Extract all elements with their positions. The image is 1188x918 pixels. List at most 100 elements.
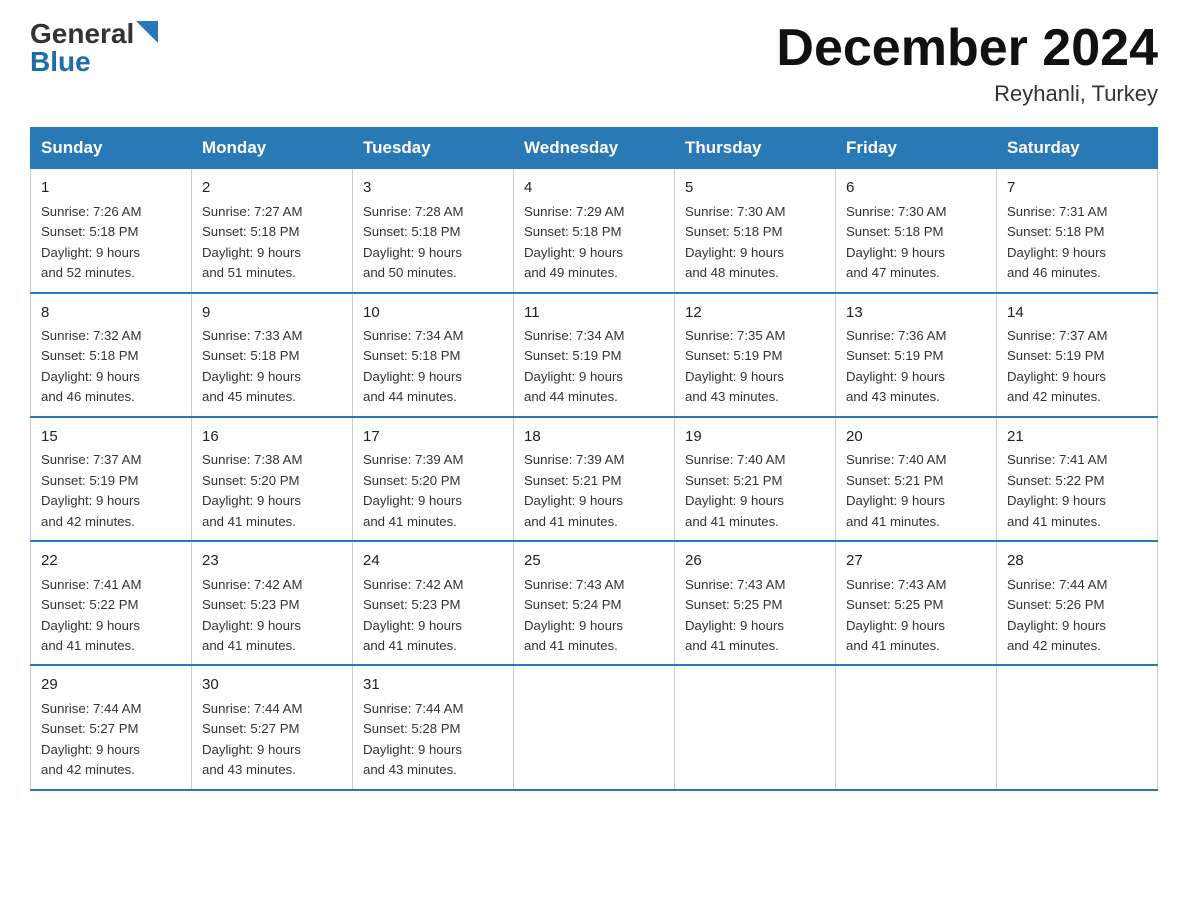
logo-general-text: General <box>30 20 134 48</box>
day-info: Sunrise: 7:42 AMSunset: 5:23 PMDaylight:… <box>363 577 463 653</box>
logo: General Blue <box>30 20 158 76</box>
day-number: 1 <box>41 177 181 200</box>
table-row <box>997 665 1158 789</box>
table-row: 11 Sunrise: 7:34 AMSunset: 5:19 PMDaylig… <box>514 293 675 417</box>
table-row: 31 Sunrise: 7:44 AMSunset: 5:28 PMDaylig… <box>353 665 514 789</box>
day-number: 10 <box>363 302 503 325</box>
col-sunday: Sunday <box>31 128 192 169</box>
day-info: Sunrise: 7:43 AMSunset: 5:24 PMDaylight:… <box>524 577 624 653</box>
table-row: 26 Sunrise: 7:43 AMSunset: 5:25 PMDaylig… <box>675 541 836 665</box>
table-row: 3 Sunrise: 7:28 AMSunset: 5:18 PMDayligh… <box>353 169 514 293</box>
table-row: 1 Sunrise: 7:26 AMSunset: 5:18 PMDayligh… <box>31 169 192 293</box>
day-number: 13 <box>846 302 986 325</box>
day-number: 8 <box>41 302 181 325</box>
table-row: 19 Sunrise: 7:40 AMSunset: 5:21 PMDaylig… <box>675 417 836 541</box>
day-info: Sunrise: 7:37 AMSunset: 5:19 PMDaylight:… <box>41 452 141 528</box>
table-row: 23 Sunrise: 7:42 AMSunset: 5:23 PMDaylig… <box>192 541 353 665</box>
day-info: Sunrise: 7:44 AMSunset: 5:28 PMDaylight:… <box>363 701 463 777</box>
day-number: 26 <box>685 550 825 573</box>
day-info: Sunrise: 7:26 AMSunset: 5:18 PMDaylight:… <box>41 204 141 280</box>
table-row: 28 Sunrise: 7:44 AMSunset: 5:26 PMDaylig… <box>997 541 1158 665</box>
table-row: 24 Sunrise: 7:42 AMSunset: 5:23 PMDaylig… <box>353 541 514 665</box>
day-number: 20 <box>846 426 986 449</box>
table-row <box>836 665 997 789</box>
day-number: 5 <box>685 177 825 200</box>
day-number: 24 <box>363 550 503 573</box>
day-info: Sunrise: 7:39 AMSunset: 5:20 PMDaylight:… <box>363 452 463 528</box>
table-row: 10 Sunrise: 7:34 AMSunset: 5:18 PMDaylig… <box>353 293 514 417</box>
col-thursday: Thursday <box>675 128 836 169</box>
table-row: 5 Sunrise: 7:30 AMSunset: 5:18 PMDayligh… <box>675 169 836 293</box>
day-number: 7 <box>1007 177 1147 200</box>
table-row: 29 Sunrise: 7:44 AMSunset: 5:27 PMDaylig… <box>31 665 192 789</box>
day-info: Sunrise: 7:35 AMSunset: 5:19 PMDaylight:… <box>685 328 785 404</box>
day-info: Sunrise: 7:32 AMSunset: 5:18 PMDaylight:… <box>41 328 141 404</box>
day-number: 12 <box>685 302 825 325</box>
day-number: 2 <box>202 177 342 200</box>
table-row: 12 Sunrise: 7:35 AMSunset: 5:19 PMDaylig… <box>675 293 836 417</box>
logo-blue-text: Blue <box>30 48 91 76</box>
table-row: 6 Sunrise: 7:30 AMSunset: 5:18 PMDayligh… <box>836 169 997 293</box>
day-info: Sunrise: 7:39 AMSunset: 5:21 PMDaylight:… <box>524 452 624 528</box>
day-info: Sunrise: 7:31 AMSunset: 5:18 PMDaylight:… <box>1007 204 1107 280</box>
day-info: Sunrise: 7:28 AMSunset: 5:18 PMDaylight:… <box>363 204 463 280</box>
day-number: 16 <box>202 426 342 449</box>
day-number: 14 <box>1007 302 1147 325</box>
day-number: 31 <box>363 674 503 697</box>
day-number: 17 <box>363 426 503 449</box>
col-friday: Friday <box>836 128 997 169</box>
table-row: 15 Sunrise: 7:37 AMSunset: 5:19 PMDaylig… <box>31 417 192 541</box>
title-block: December 2024 Reyhanli, Turkey <box>776 20 1158 107</box>
col-monday: Monday <box>192 128 353 169</box>
table-row: 4 Sunrise: 7:29 AMSunset: 5:18 PMDayligh… <box>514 169 675 293</box>
col-wednesday: Wednesday <box>514 128 675 169</box>
day-info: Sunrise: 7:43 AMSunset: 5:25 PMDaylight:… <box>846 577 946 653</box>
day-number: 28 <box>1007 550 1147 573</box>
calendar-week-row: 1 Sunrise: 7:26 AMSunset: 5:18 PMDayligh… <box>31 169 1158 293</box>
table-row: 18 Sunrise: 7:39 AMSunset: 5:21 PMDaylig… <box>514 417 675 541</box>
day-info: Sunrise: 7:38 AMSunset: 5:20 PMDaylight:… <box>202 452 302 528</box>
table-row: 7 Sunrise: 7:31 AMSunset: 5:18 PMDayligh… <box>997 169 1158 293</box>
col-saturday: Saturday <box>997 128 1158 169</box>
day-info: Sunrise: 7:44 AMSunset: 5:26 PMDaylight:… <box>1007 577 1107 653</box>
day-number: 19 <box>685 426 825 449</box>
day-info: Sunrise: 7:44 AMSunset: 5:27 PMDaylight:… <box>41 701 141 777</box>
table-row: 20 Sunrise: 7:40 AMSunset: 5:21 PMDaylig… <box>836 417 997 541</box>
day-info: Sunrise: 7:41 AMSunset: 5:22 PMDaylight:… <box>1007 452 1107 528</box>
day-info: Sunrise: 7:40 AMSunset: 5:21 PMDaylight:… <box>846 452 946 528</box>
day-info: Sunrise: 7:37 AMSunset: 5:19 PMDaylight:… <box>1007 328 1107 404</box>
calendar-subtitle: Reyhanli, Turkey <box>776 81 1158 107</box>
day-info: Sunrise: 7:34 AMSunset: 5:19 PMDaylight:… <box>524 328 624 404</box>
table-row: 16 Sunrise: 7:38 AMSunset: 5:20 PMDaylig… <box>192 417 353 541</box>
day-number: 27 <box>846 550 986 573</box>
day-number: 23 <box>202 550 342 573</box>
day-info: Sunrise: 7:27 AMSunset: 5:18 PMDaylight:… <box>202 204 302 280</box>
table-row <box>514 665 675 789</box>
calendar-header-row: Sunday Monday Tuesday Wednesday Thursday… <box>31 128 1158 169</box>
table-row <box>675 665 836 789</box>
day-info: Sunrise: 7:42 AMSunset: 5:23 PMDaylight:… <box>202 577 302 653</box>
day-number: 11 <box>524 302 664 325</box>
table-row: 30 Sunrise: 7:44 AMSunset: 5:27 PMDaylig… <box>192 665 353 789</box>
day-number: 6 <box>846 177 986 200</box>
col-tuesday: Tuesday <box>353 128 514 169</box>
table-row: 8 Sunrise: 7:32 AMSunset: 5:18 PMDayligh… <box>31 293 192 417</box>
day-info: Sunrise: 7:36 AMSunset: 5:19 PMDaylight:… <box>846 328 946 404</box>
table-row: 13 Sunrise: 7:36 AMSunset: 5:19 PMDaylig… <box>836 293 997 417</box>
page-header: General Blue December 2024 Reyhanli, Tur… <box>30 20 1158 107</box>
day-number: 25 <box>524 550 664 573</box>
table-row: 17 Sunrise: 7:39 AMSunset: 5:20 PMDaylig… <box>353 417 514 541</box>
day-number: 18 <box>524 426 664 449</box>
day-info: Sunrise: 7:33 AMSunset: 5:18 PMDaylight:… <box>202 328 302 404</box>
calendar-week-row: 22 Sunrise: 7:41 AMSunset: 5:22 PMDaylig… <box>31 541 1158 665</box>
day-info: Sunrise: 7:30 AMSunset: 5:18 PMDaylight:… <box>685 204 785 280</box>
logo-arrow-icon <box>136 21 158 43</box>
calendar-title: December 2024 <box>776 20 1158 77</box>
day-info: Sunrise: 7:43 AMSunset: 5:25 PMDaylight:… <box>685 577 785 653</box>
calendar-week-row: 8 Sunrise: 7:32 AMSunset: 5:18 PMDayligh… <box>31 293 1158 417</box>
calendar-week-row: 15 Sunrise: 7:37 AMSunset: 5:19 PMDaylig… <box>31 417 1158 541</box>
calendar-table: Sunday Monday Tuesday Wednesday Thursday… <box>30 127 1158 791</box>
table-row: 25 Sunrise: 7:43 AMSunset: 5:24 PMDaylig… <box>514 541 675 665</box>
day-number: 4 <box>524 177 664 200</box>
calendar-week-row: 29 Sunrise: 7:44 AMSunset: 5:27 PMDaylig… <box>31 665 1158 789</box>
